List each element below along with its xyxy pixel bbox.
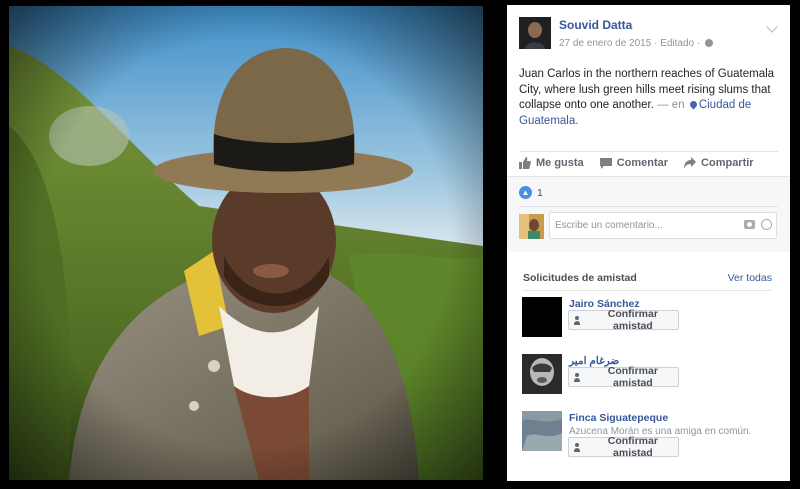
friend-avatar[interactable] bbox=[522, 354, 562, 394]
like-badge-icon: ▲ bbox=[519, 186, 532, 199]
post-side-panel: Souvid Datta 27 de enero de 2015 · Edita… bbox=[507, 5, 790, 481]
globe-icon bbox=[705, 39, 714, 47]
confirm-friend-button[interactable]: Confirmar amistad bbox=[568, 365, 679, 389]
edited-label: · Editado · bbox=[654, 38, 701, 49]
share-button[interactable]: Compartir bbox=[684, 155, 754, 171]
author-avatar[interactable] bbox=[519, 17, 551, 49]
author-avatar-image bbox=[519, 17, 551, 49]
like-count-value: 1 bbox=[537, 186, 543, 199]
post-caption: Juan Carlos in the northern reaches of G… bbox=[519, 67, 781, 129]
friend-avatar[interactable] bbox=[522, 297, 562, 337]
commenter-avatar-image bbox=[519, 214, 544, 239]
like-count[interactable]: ▲ 1 bbox=[519, 186, 543, 199]
confirm-label: Confirmar amistad bbox=[607, 365, 658, 389]
friend-request-item: Finca Siguatepeque Azucena Morán es una … bbox=[522, 411, 778, 459]
comment-input[interactable]: Escribe un comentario... bbox=[549, 212, 777, 239]
friend-avatar-image bbox=[522, 411, 562, 451]
author-name[interactable]: Souvid Datta bbox=[559, 18, 632, 32]
camera-icon[interactable] bbox=[744, 220, 755, 229]
like-button[interactable]: Me gusta bbox=[519, 155, 584, 171]
commenter-avatar bbox=[519, 214, 544, 239]
share-label: Compartir bbox=[701, 157, 754, 169]
post-date[interactable]: 27 de enero de 2015 bbox=[559, 38, 651, 49]
add-friend-icon bbox=[574, 442, 584, 452]
comment-input-icons bbox=[744, 219, 772, 230]
confirm-friend-button[interactable]: Confirmar amistad bbox=[568, 308, 679, 332]
comment-button[interactable]: Comentar bbox=[599, 155, 669, 171]
post-photo[interactable] bbox=[9, 6, 483, 480]
caption-period: . bbox=[575, 114, 579, 127]
friend-requests-title: Solicitudes de amistad bbox=[523, 272, 637, 284]
share-icon bbox=[684, 157, 697, 169]
confirm-label: Confirmar amistad bbox=[607, 435, 658, 459]
emoji-icon[interactable] bbox=[761, 219, 772, 230]
friend-requests-header: Solicitudes de amistad Ver todas bbox=[523, 272, 772, 286]
divider bbox=[519, 206, 778, 207]
friend-request-item: ضرغام امير Confirmar amistad bbox=[522, 354, 778, 396]
add-friend-icon bbox=[574, 372, 584, 382]
divider bbox=[519, 151, 778, 152]
thumbs-up-icon bbox=[519, 157, 531, 169]
friend-avatar-image bbox=[522, 354, 562, 394]
friend-name[interactable]: Finca Siguatepeque bbox=[569, 412, 668, 424]
friend-request-item: Jairo Sánchez Confirmar amistad bbox=[522, 297, 778, 339]
confirm-label: Confirmar amistad bbox=[607, 308, 658, 332]
divider bbox=[523, 290, 772, 291]
reactions-area: ▲ 1 Escribe un comentario... bbox=[507, 176, 790, 252]
friend-requests: Solicitudes de amistad Ver todas Jairo S… bbox=[507, 262, 790, 481]
post-actions: Me gusta Comentar Compartir bbox=[519, 155, 754, 171]
location-pin-icon bbox=[688, 99, 699, 110]
post-meta: 27 de enero de 2015 · Editado · bbox=[559, 38, 714, 49]
see-all-link[interactable]: Ver todas bbox=[728, 272, 772, 284]
chevron-down-icon[interactable] bbox=[766, 21, 778, 33]
comment-icon bbox=[599, 158, 612, 169]
comment-label: Comentar bbox=[616, 157, 669, 169]
add-friend-icon bbox=[574, 315, 584, 325]
friend-avatar[interactable] bbox=[522, 411, 562, 451]
caption-dash: — en bbox=[653, 99, 688, 111]
like-label: Me gusta bbox=[536, 157, 584, 169]
confirm-friend-button[interactable]: Confirmar amistad bbox=[568, 435, 679, 459]
post-header: Souvid Datta 27 de enero de 2015 · Edita… bbox=[519, 17, 780, 57]
portrait-photo-image bbox=[9, 6, 483, 480]
photo-viewer bbox=[0, 0, 507, 489]
